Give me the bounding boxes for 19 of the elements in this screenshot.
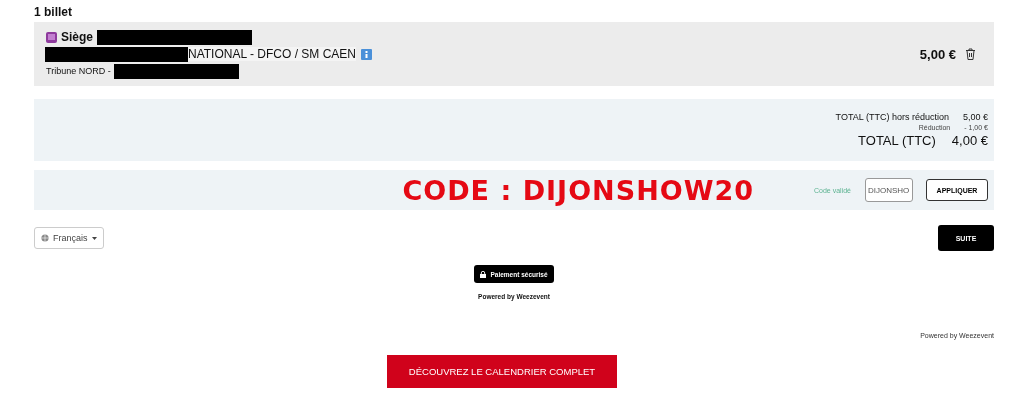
- caret-icon: [91, 236, 97, 240]
- summary-label: TOTAL (TTC) hors réduction: [835, 112, 949, 122]
- promo-code-text: CODE : DIJONSHOW20: [402, 174, 755, 206]
- summary-value: 5,00 €: [962, 112, 988, 122]
- ticket-title: Siège: [61, 30, 93, 44]
- language-selector[interactable]: Français: [34, 227, 104, 249]
- lock-icon: [480, 270, 487, 278]
- ticket-price: 5,00 €: [919, 46, 956, 62]
- summary-value: 4,00 €: [951, 133, 988, 148]
- summary-label: TOTAL (TTC): [858, 133, 936, 148]
- stand-label: Tribune NORD -: [46, 66, 111, 76]
- globe-icon: [41, 234, 49, 242]
- seat-icon: [46, 31, 57, 43]
- ticket-count: 1 billet: [34, 5, 72, 19]
- calendar-button[interactable]: DÉCOUVREZ LE CALENDRIER COMPLET: [387, 355, 617, 388]
- promo-code-field[interactable]: DIJONSHO: [865, 178, 913, 202]
- trash-icon[interactable]: [965, 48, 976, 60]
- event-name: NATIONAL - DFCO / SM CAEN: [188, 47, 356, 61]
- info-icon[interactable]: [361, 48, 372, 60]
